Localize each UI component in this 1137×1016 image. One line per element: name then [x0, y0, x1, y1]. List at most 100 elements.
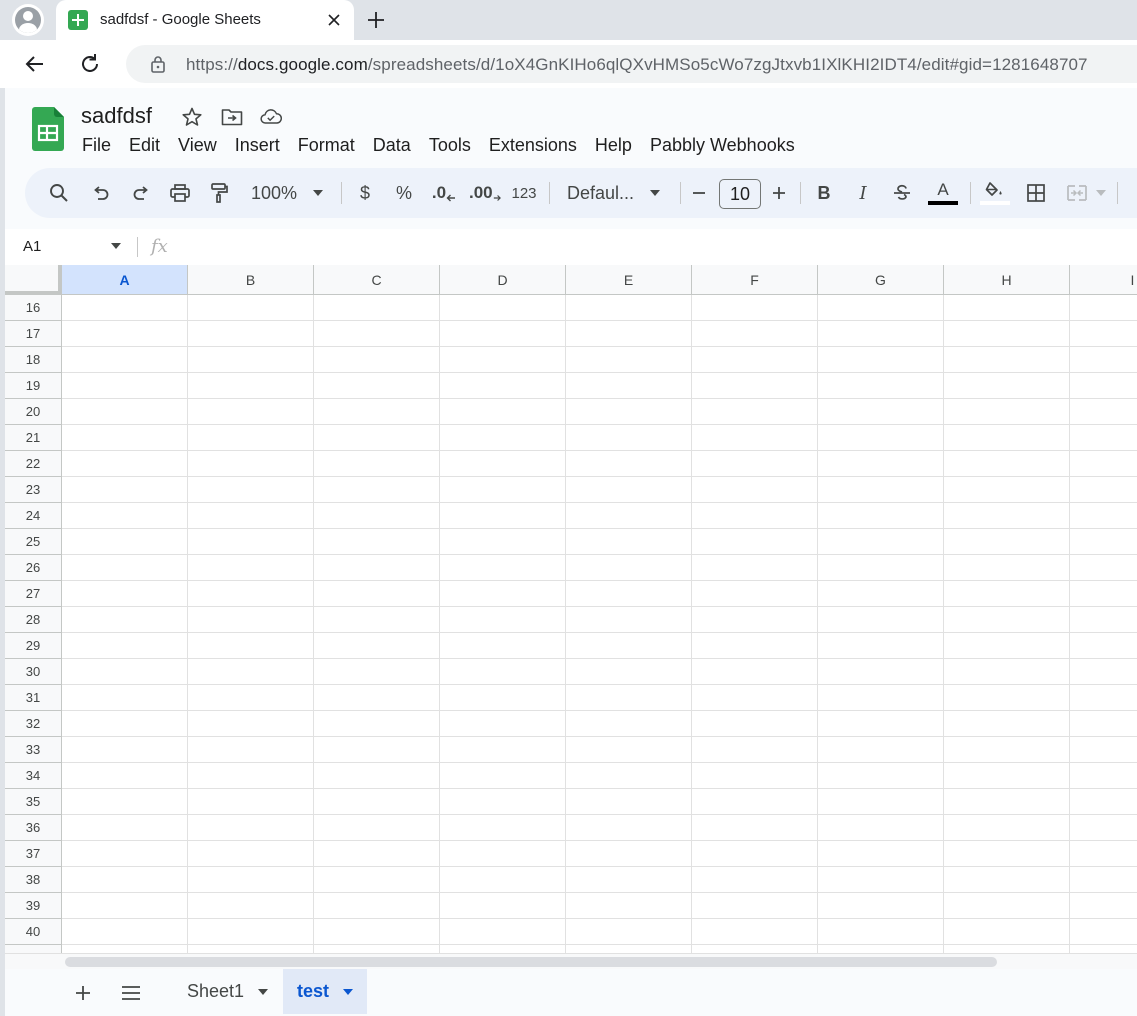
sheets-logo-icon[interactable]: [32, 107, 64, 151]
sheets-app: sadfdsf File Edit View Insert Format Dat…: [5, 88, 1137, 1016]
row-header-36[interactable]: 36: [5, 815, 62, 841]
cloud-saved-icon[interactable]: [260, 106, 282, 128]
column-header-h[interactable]: H: [944, 265, 1070, 295]
chevron-down-icon[interactable]: [258, 988, 269, 995]
select-all-corner[interactable]: [5, 265, 62, 295]
decrease-decimal-button[interactable]: .0: [430, 180, 458, 206]
column-header-i[interactable]: I: [1070, 265, 1137, 295]
column-header-e[interactable]: E: [566, 265, 692, 295]
row-header-16[interactable]: 16: [5, 295, 62, 321]
row-header-20[interactable]: 20: [5, 399, 62, 425]
decrease-font-size-icon[interactable]: [689, 180, 709, 206]
merge-cells-icon[interactable]: [1065, 180, 1089, 206]
currency-format-button[interactable]: $: [355, 180, 375, 206]
row-header-32[interactable]: 32: [5, 711, 62, 737]
menu-edit[interactable]: Edit: [120, 133, 169, 157]
row-header-38[interactable]: 38: [5, 867, 62, 893]
address-bar[interactable]: https://docs.google.com/spreadsheets/d/1…: [126, 45, 1137, 83]
horizontal-scrollbar-thumb[interactable]: [65, 957, 997, 967]
menu-data[interactable]: Data: [364, 133, 420, 157]
menu-format[interactable]: Format: [289, 133, 364, 157]
row-header-31[interactable]: 31: [5, 685, 62, 711]
back-arrow-icon[interactable]: [21, 50, 49, 78]
row-header-27[interactable]: 27: [5, 581, 62, 607]
star-icon[interactable]: [181, 106, 203, 128]
document-title[interactable]: sadfdsf: [81, 103, 152, 129]
sheet-tab-sheet1[interactable]: Sheet1: [173, 969, 282, 1014]
font-dropdown-icon[interactable]: [648, 180, 662, 206]
bold-button[interactable]: B: [813, 180, 835, 206]
row-header-35[interactable]: 35: [5, 789, 62, 815]
menu-insert[interactable]: Insert: [226, 133, 289, 157]
increase-font-size-icon[interactable]: [769, 180, 789, 206]
zoom-dropdown-icon[interactable]: [311, 180, 325, 206]
name-box-dropdown-icon[interactable]: [111, 243, 121, 249]
sheet-tab-test[interactable]: test: [283, 969, 368, 1014]
grid-row-line: [62, 684, 1137, 685]
borders-icon[interactable]: [1025, 180, 1047, 206]
print-icon[interactable]: [168, 180, 192, 206]
row-header-40[interactable]: 40: [5, 919, 62, 945]
menu-view[interactable]: View: [169, 133, 226, 157]
column-header-a[interactable]: A: [62, 265, 188, 295]
row-header-21[interactable]: 21: [5, 425, 62, 451]
menu-file[interactable]: File: [73, 133, 120, 157]
close-tab-icon[interactable]: [324, 10, 344, 30]
grid-column-line: [439, 295, 440, 953]
merge-dropdown-icon[interactable]: [1095, 180, 1107, 206]
search-icon[interactable]: [47, 180, 71, 206]
font-size-input[interactable]: 10: [719, 179, 761, 209]
row-header-24[interactable]: 24: [5, 503, 62, 529]
spreadsheet-grid[interactable]: A B C D E F G H I 16 17 18 19 20 21 22 23 24 25 26 27 28 29 30 3…: [5, 265, 1137, 953]
all-sheets-menu-icon[interactable]: [119, 981, 143, 1005]
row-header-29[interactable]: 29: [5, 633, 62, 659]
lock-icon[interactable]: [148, 54, 168, 74]
row-header-33[interactable]: 33: [5, 737, 62, 763]
profile-avatar-icon[interactable]: [12, 4, 44, 36]
row-header-25[interactable]: 25: [5, 529, 62, 555]
undo-icon[interactable]: [89, 180, 113, 206]
new-tab-icon[interactable]: [362, 6, 390, 34]
reload-icon[interactable]: [76, 50, 104, 78]
row-header-37[interactable]: 37: [5, 841, 62, 867]
menu-pabbly-webhooks[interactable]: Pabbly Webhooks: [641, 133, 804, 157]
grid-column-line: [1069, 295, 1070, 953]
percent-format-button[interactable]: %: [393, 180, 415, 206]
menu-extensions[interactable]: Extensions: [480, 133, 586, 157]
menu-tools[interactable]: Tools: [420, 133, 480, 157]
tab-title: sadfdsf - Google Sheets: [100, 11, 261, 28]
row-header-19[interactable]: 19: [5, 373, 62, 399]
strikethrough-icon[interactable]: [891, 180, 913, 206]
fill-color-icon[interactable]: [980, 180, 1010, 206]
row-header-34[interactable]: 34: [5, 763, 62, 789]
paint-format-icon[interactable]: [207, 180, 231, 206]
text-color-button[interactable]: A: [928, 180, 958, 206]
menu-help[interactable]: Help: [586, 133, 641, 157]
chevron-down-icon[interactable]: [343, 988, 354, 995]
zoom-select[interactable]: 100%: [247, 180, 301, 206]
add-sheet-icon[interactable]: [71, 981, 95, 1005]
increase-decimal-button[interactable]: .00: [469, 180, 501, 206]
row-header-23[interactable]: 23: [5, 477, 62, 503]
horizontal-scrollbar[interactable]: [5, 953, 1137, 969]
row-header-30[interactable]: 30: [5, 659, 62, 685]
move-folder-icon[interactable]: [221, 106, 243, 128]
column-header-d[interactable]: D: [440, 265, 566, 295]
column-header-b[interactable]: B: [188, 265, 314, 295]
font-family-select[interactable]: Defaul...: [567, 180, 637, 206]
row-header-39[interactable]: 39: [5, 893, 62, 919]
more-formats-button[interactable]: 123: [509, 180, 539, 206]
row-header-22[interactable]: 22: [5, 451, 62, 477]
row-header-17[interactable]: 17: [5, 321, 62, 347]
row-header-41[interactable]: 41: [5, 945, 62, 953]
column-header-g[interactable]: G: [818, 265, 944, 295]
browser-tab[interactable]: sadfdsf - Google Sheets: [56, 0, 354, 40]
row-header-26[interactable]: 26: [5, 555, 62, 581]
redo-icon[interactable]: [129, 180, 153, 206]
column-header-f[interactable]: F: [692, 265, 818, 295]
name-box[interactable]: A1: [23, 238, 41, 255]
row-header-18[interactable]: 18: [5, 347, 62, 373]
column-header-c[interactable]: C: [314, 265, 440, 295]
row-header-28[interactable]: 28: [5, 607, 62, 633]
italic-button[interactable]: I: [853, 180, 873, 206]
